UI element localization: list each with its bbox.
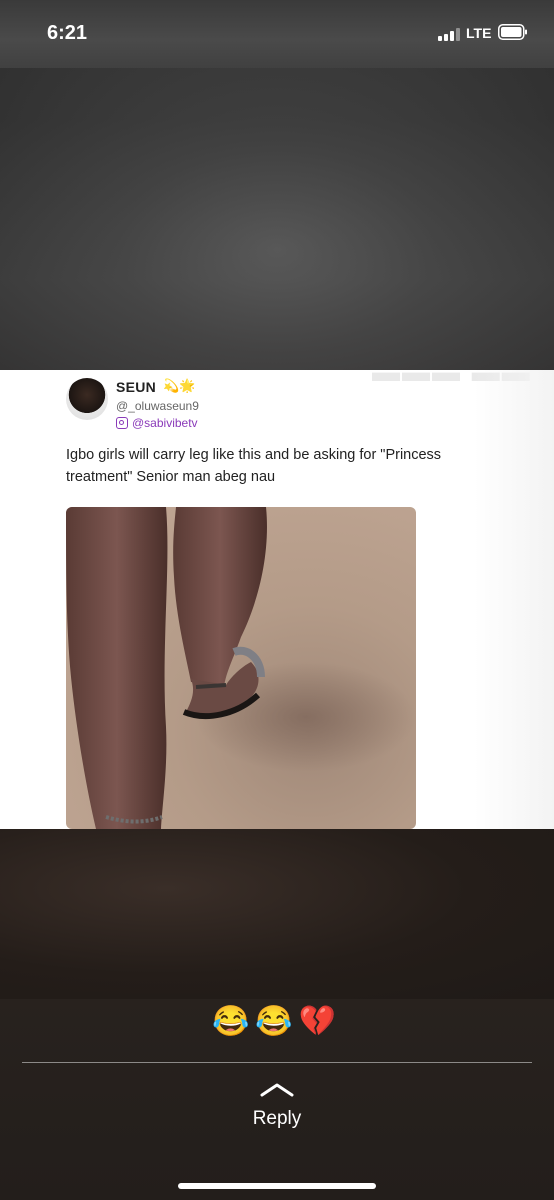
reply-label: Reply — [252, 1108, 302, 1129]
instagram-icon — [116, 417, 128, 429]
photo-illustration — [66, 507, 416, 829]
instagram-handle: @sabivibetv — [132, 416, 198, 430]
blurred-background-bottom — [0, 829, 554, 999]
signal-bars-icon — [438, 27, 460, 41]
post-caption: Igbo girls will carry leg like this and … — [66, 447, 442, 485]
home-indicator[interactable] — [178, 1183, 376, 1189]
legs-walking-photo — [66, 507, 416, 829]
network-type: LTE — [466, 25, 492, 41]
divider — [22, 1062, 532, 1063]
reaction-emoji: 😂 — [212, 1005, 250, 1038]
reply-button[interactable]: Reply — [227, 1078, 327, 1138]
author-name: SEUN — [116, 379, 157, 395]
reaction-emoji: 😂 — [255, 1005, 293, 1038]
status-bar: 6:21 LTE — [0, 0, 554, 68]
blurred-background-top — [0, 68, 554, 370]
shared-post-image[interactable]: ▬▬▬ ▬▬ SEUN 💫🌟 @_oluwaseun9 @sabivibetv … — [0, 370, 554, 829]
battery-icon — [498, 24, 527, 40]
reaction-emoji: 💔 — [298, 1005, 337, 1038]
reactions-row: 😂 😂 💔 — [212, 1004, 336, 1040]
chevron-up-icon — [260, 1083, 294, 1097]
instagram-handle-row: @sabivibetv — [116, 416, 198, 430]
status-time: 6:21 — [47, 22, 88, 44]
author-badge-emoji: 💫🌟 — [163, 378, 196, 393]
post-edge-fade — [474, 370, 554, 829]
author-handle: @_oluwaseun9 — [116, 399, 199, 413]
author-avatar — [66, 378, 108, 420]
